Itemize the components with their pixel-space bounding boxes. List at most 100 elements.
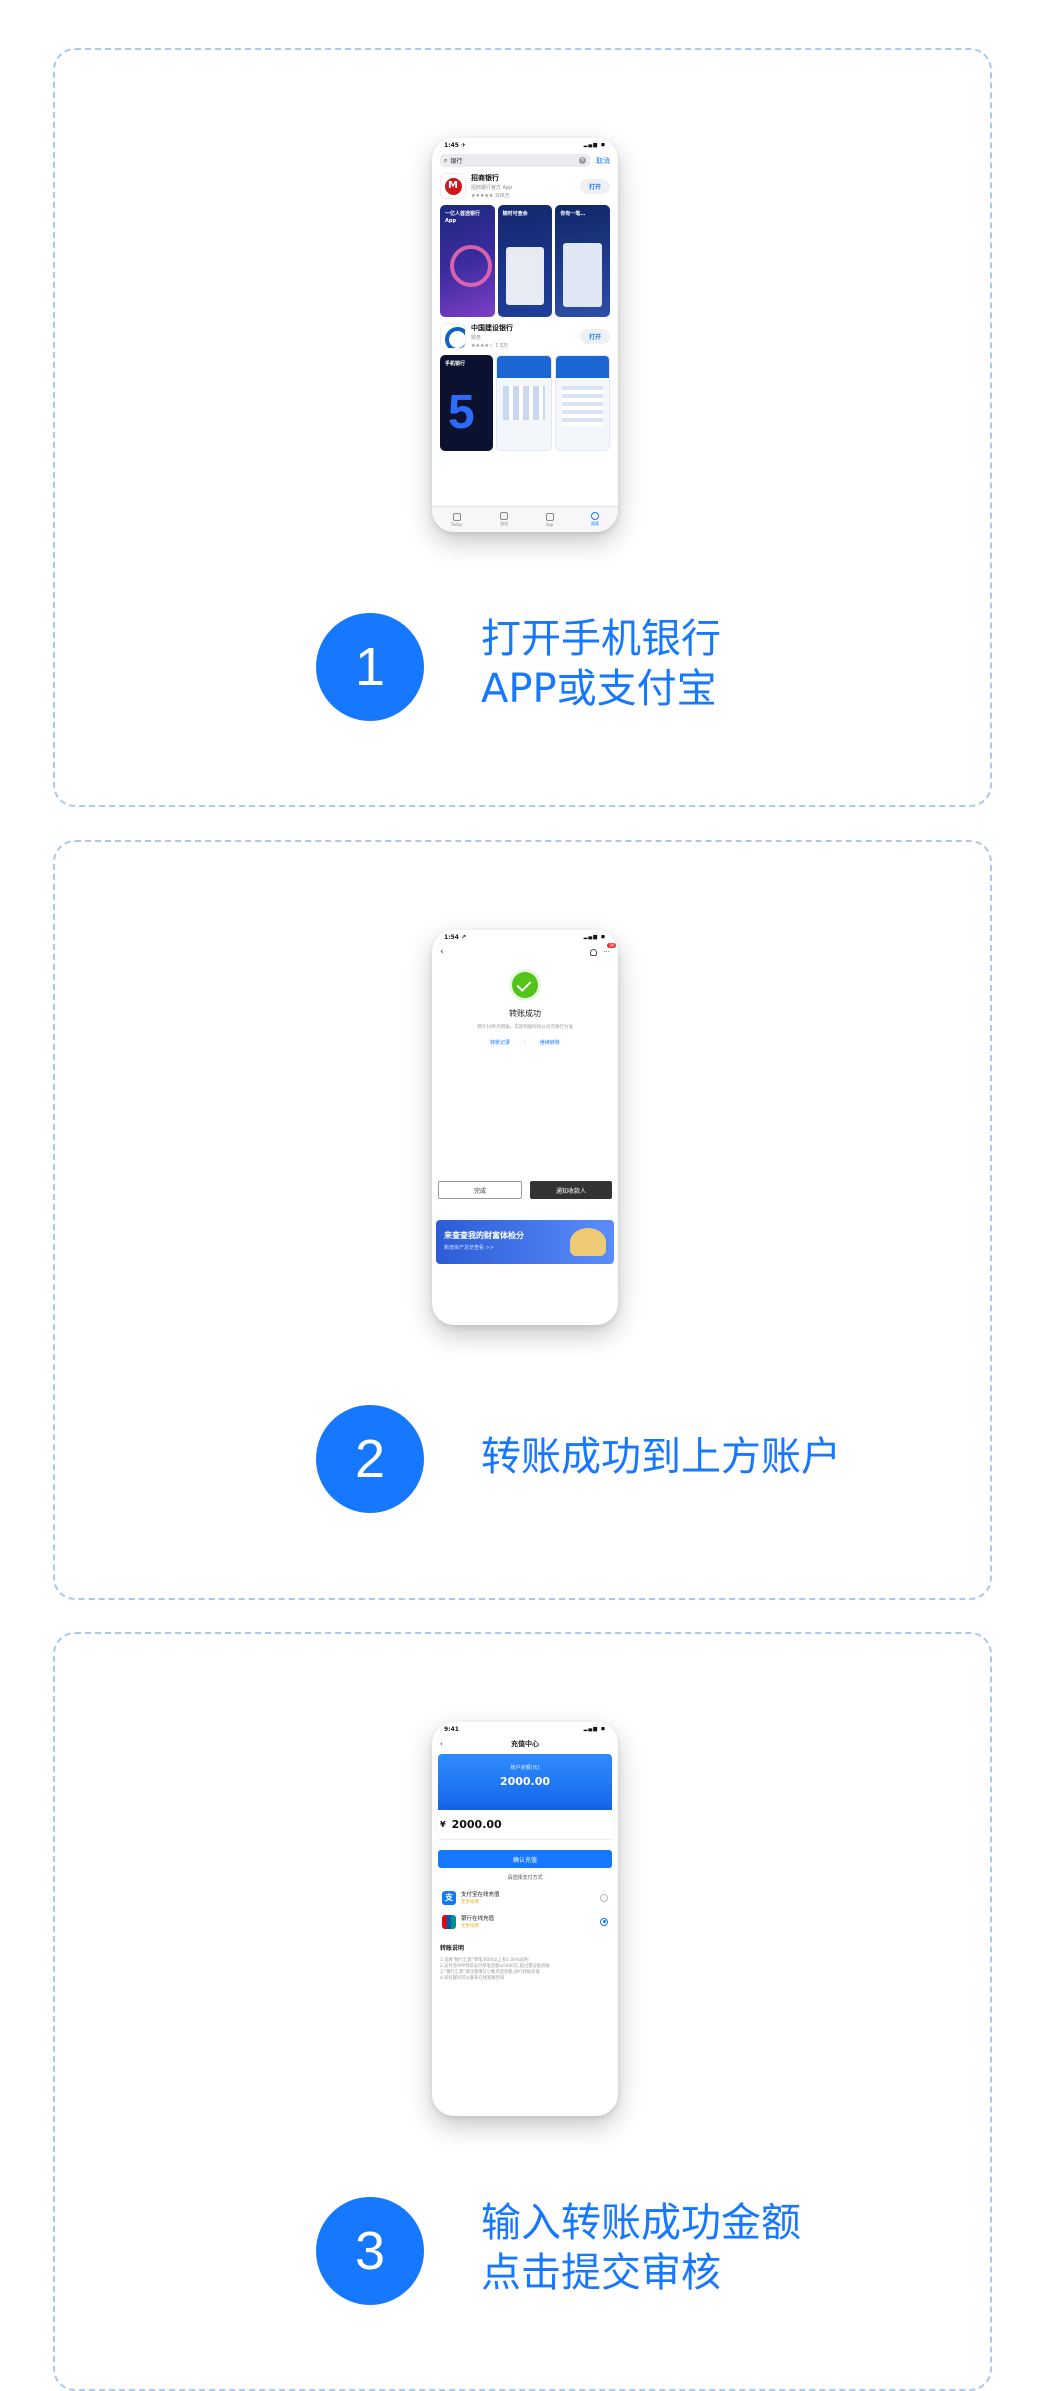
app-screenshot: 手机银行 5 [440,355,494,451]
status-time: 1:54 ↗ [444,933,467,941]
payment-name: 银行在线充值 [461,1916,495,1922]
balance-value: 2000.00 [499,1775,551,1788]
tab-apps[interactable]: App [545,512,554,527]
status-bar: 9:41 ▂▄▆ ◼ [432,1722,618,1736]
success-title: 转账成功 [509,1009,541,1018]
headset-icon[interactable] [590,948,598,956]
phone-mockup-transfer-success: 1:54 ↗ ▂▄▆ ◼ ‹ ··· 99 转账成功 预计10秒内到账，实际到账时… [432,930,618,1325]
status-bar: 1:45 ✈ ▂▄▆ ◼ [432,138,618,152]
app-subtitle: 招商银行官方 App [471,185,513,191]
link-separator: | [524,1039,526,1045]
step-number-badge: 3 [316,2197,424,2305]
app-name: 中国建设银行 [471,324,513,332]
balance-card: 账户余额(元) 2000.00 [438,1754,612,1810]
screenshot-row: 手机银行 5 [432,353,618,453]
more-icon[interactable]: ··· 99 [603,943,617,956]
status-bar: 1:54 ↗ ▂▄▆ ◼ [432,930,618,944]
step-instruction: 输入转账成功金额 点击提交审核 [481,2198,801,2298]
tab-label: App [545,521,554,527]
radio-button-selected[interactable] [600,1917,608,1926]
payment-sub: 无手续费 [461,1924,479,1929]
nav-bar: ‹ 充值中心 [432,1736,618,1752]
radio-button[interactable] [600,1893,608,1902]
search-bar: ⌕ 银行 × 取消 [432,152,618,169]
continue-transfer-link[interactable]: 继续转账 [540,1039,560,1046]
promo-banner[interactable]: 来查查我的财富体检分 新增资产总览查看 >> [436,1220,614,1264]
tab-label: 搜索 [591,521,600,526]
tab-label: Today [450,521,463,527]
phone-mockup-recharge: 9:41 ▂▄▆ ◼ ‹ 充值中心 账户余额(元) 2000.00 ¥ 2000… [432,1722,618,2116]
payment-method-hint: 请选择支付方式 [507,1875,543,1881]
instruction-line: 转账成功到上方账户 [481,1434,841,1480]
five-graphic-icon: 5 [448,386,475,439]
today-icon [452,512,461,521]
balance-label: 账户余额(元) [510,1765,540,1771]
phone-mockup-app-store: 1:45 ✈ ▂▄▆ ◼ ⌕ 银行 × 取消 招商银行 招商银行官方 App ★… [432,138,618,532]
screenshot-caption: 随时可查余 [502,211,528,217]
banner-subtitle: 新增资产总览查看 >> [444,1245,494,1251]
status-time: 1:45 ✈ [444,141,467,149]
app-result-cmb[interactable]: 招商银行 招商银行官方 App ★★★★★ 206万 打开 [432,169,618,203]
confirm-recharge-button[interactable]: 确认充值 [438,1850,612,1868]
app-screenshot: 随时可查余 [497,205,553,317]
step-number-badge: 2 [316,1405,424,1513]
step-card-3: 9:41 ▂▄▆ ◼ ‹ 充值中心 账户余额(元) 2000.00 ¥ 2000… [53,1632,992,2391]
success-description: 预计10秒内到账，实际到账时间以对方银行为准 [477,1025,573,1030]
alipay-icon: 支 [442,1890,456,1905]
amount-field[interactable]: ¥ 2000.00 [438,1810,612,1840]
app-screenshot: 一亿人首选银行App [440,205,495,317]
payment-option-alipay[interactable]: 支 支付宝在线充值 无手续费 [432,1890,618,1905]
action-links: 转账记录 | 继续转账 [432,1039,618,1046]
app-result-ccb[interactable]: 中国建设银行 财务 ★★★★☆ 7.3万 打开 [432,319,618,353]
screenshot-caption: 你有一笔… [560,211,586,217]
back-icon[interactable]: ‹ [440,947,444,957]
app-screenshot [554,355,610,451]
tab-bar: Today 游戏 App 搜索 [432,506,618,532]
step-number-badge: 1 [316,613,424,721]
screenshot-caption: 一亿人首选银行App [445,211,481,224]
layers-icon [545,512,554,521]
step-instruction: 转账成功到上方账户 [481,1432,841,1482]
app-rating: ★★★★☆ 7.3万 [471,343,508,349]
banner-title: 来查查我的财富体检分 [444,1231,524,1240]
done-button[interactable]: 完成 [438,1181,522,1199]
search-input[interactable]: ⌕ 银行 × [440,154,590,167]
notes-title: 转账说明 [440,1945,465,1952]
page-title: 充值中心 [511,1740,539,1748]
open-button[interactable]: 打开 [579,178,610,194]
banner-illustration-icon [570,1228,606,1256]
app-screenshot: 你有一笔… [555,205,611,317]
cmb-logo-icon [440,173,466,199]
instruction-line: 输入转账成功金额 [481,2200,801,2246]
rocket-icon [499,512,508,520]
step-instruction: 打开手机银行 APP或支付宝 [481,614,721,714]
tab-today[interactable]: Today [450,512,463,527]
amount-value: 2000.00 [451,1818,502,1831]
clear-icon[interactable]: × [579,157,586,164]
search-icon: ⌕ [444,156,448,164]
tab-games[interactable]: 游戏 [499,512,508,527]
cancel-button[interactable]: 取消 [596,156,610,166]
success-check-icon [512,972,538,998]
notify-payee-button[interactable]: 通知收款人 [530,1181,612,1199]
app-rating: ★★★★★ 206万 [471,193,510,199]
signal-icon: ▂▄▆ ◼ [583,142,606,148]
note-item: 4.如有疑问可以联系在线客服咨询 [440,1976,505,1981]
transfer-record-link[interactable]: 转账记录 [490,1039,510,1046]
payment-sub: 无手续费 [461,1900,479,1905]
notes-list: 1.选择"银行汇款"单笔3000以上有1.00%返利 2.支付宝APP目前支付单… [432,1958,618,1982]
app-screenshot [496,355,552,451]
signal-icon: ▂▄▆ ◼ [583,934,606,940]
bottom-buttons: 完成 通知收款人 [438,1181,612,1199]
instruction-line: 打开手机银行 [481,616,721,662]
instruction-line: APP或支付宝 [481,666,717,712]
status-time: 9:41 [444,1725,459,1733]
unionpay-icon [442,1914,456,1929]
app-subtitle: 财务 [471,335,482,341]
instruction-line: 点击提交审核 [481,2250,721,2296]
signal-icon: ▂▄▆ ◼ [583,1726,606,1732]
tab-search[interactable]: 搜索 [591,512,600,527]
payment-option-bank[interactable]: 银行在线充值 无手续费 [432,1914,618,1929]
open-button[interactable]: 打开 [579,328,610,344]
search-icon [591,512,600,520]
